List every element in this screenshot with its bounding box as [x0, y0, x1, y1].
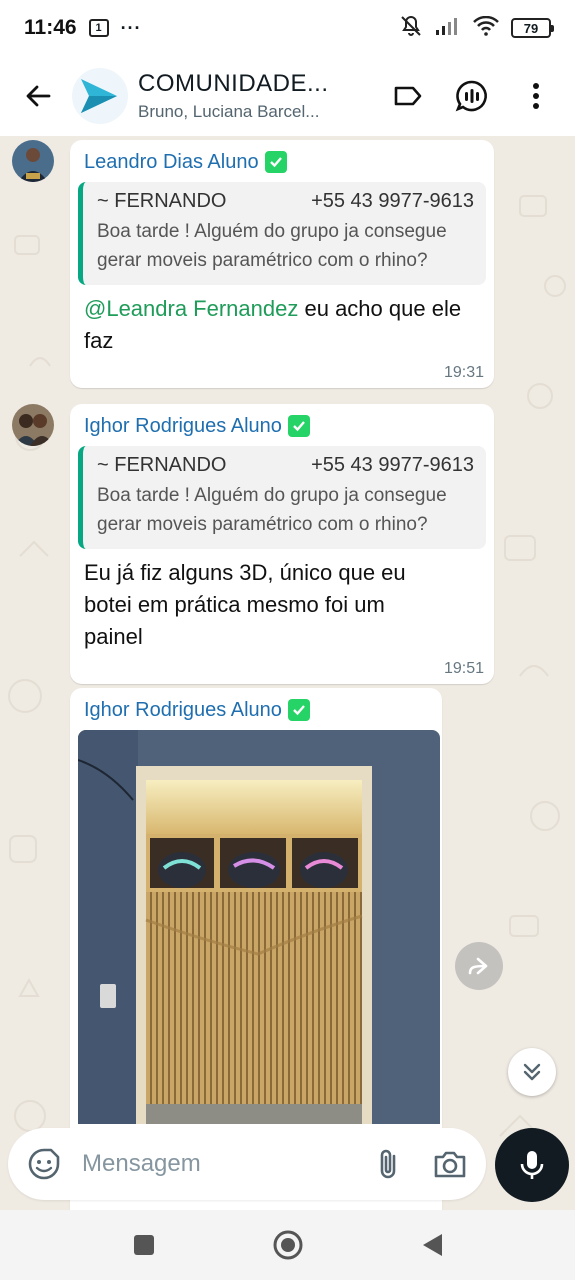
nav-back-icon — [422, 1234, 442, 1256]
nav-circle-icon — [273, 1230, 302, 1260]
quoted-message[interactable]: ~ FERNANDO +55 43 9977-9613 Boa tarde ! … — [78, 182, 486, 285]
nav-square-icon — [133, 1235, 154, 1255]
group-logo-icon — [81, 79, 117, 113]
sender-name-text: Leandro Dias Aluno — [84, 150, 259, 173]
sender-name[interactable]: Leandro Dias Aluno — [78, 148, 486, 176]
signal-icon — [435, 16, 461, 41]
community-icon — [455, 80, 487, 112]
attach-button[interactable] — [368, 1144, 408, 1184]
avatar[interactable] — [12, 140, 54, 182]
sender-name[interactable]: Ighor Rodrigues Aluno — [78, 696, 434, 724]
verified-icon — [264, 151, 287, 173]
status-bar: 11:46 1 ··· 79 — [0, 0, 575, 56]
group-title-block[interactable]: COMUNIDADE... Bruno, Luciana Barcel... — [138, 70, 358, 122]
community-button[interactable] — [447, 71, 497, 121]
group-name: COMUNIDADE... — [138, 70, 329, 97]
status-more-dots: ··· — [120, 17, 142, 38]
nav-back-button[interactable] — [410, 1223, 454, 1267]
forward-button[interactable] — [455, 942, 503, 990]
sim-icon: 1 — [88, 19, 109, 37]
message-time: 19:51 — [443, 660, 484, 677]
quote-author: ~ FERNANDO — [97, 454, 227, 476]
verified-icon — [287, 415, 310, 437]
mention-link[interactable]: @Leandra Fernandez — [84, 296, 298, 321]
sticker-button[interactable] — [24, 1144, 64, 1184]
message-bubble[interactable]: Ighor Rodrigues Aluno ~ FERNANDO +55 43 … — [70, 404, 494, 684]
quote-phone: +55 43 9977-9613 — [311, 454, 474, 476]
avatar-image — [12, 140, 54, 182]
message-time: 19:31 — [443, 364, 484, 381]
message-composer — [8, 1128, 486, 1200]
more-options-button[interactable] — [511, 71, 561, 121]
message-input[interactable] — [82, 1150, 332, 1178]
message-text: Eu já fiz alguns 3D, único que eu botei … — [84, 560, 406, 649]
status-time: 11:46 — [24, 16, 77, 39]
message-bubble[interactable]: Leandro Dias Aluno ~ FERNANDO +55 43 997… — [70, 140, 494, 388]
home-button[interactable] — [266, 1223, 310, 1267]
label-button[interactable] — [383, 71, 433, 121]
message-text: @Leandra Fernandez eu acho que ele faz — [78, 285, 486, 357]
chat-header: COMUNIDADE... Bruno, Luciana Barcel... — [0, 56, 575, 136]
quoted-message[interactable]: ~ FERNANDO +55 43 9977-9613 Boa tarde ! … — [78, 446, 486, 549]
system-nav-bar — [0, 1210, 575, 1280]
label-icon — [394, 86, 422, 106]
back-button[interactable] — [8, 66, 68, 126]
forward-icon — [468, 957, 488, 975]
sticker-icon — [28, 1148, 60, 1180]
sender-name-text: Ighor Rodrigues Aluno — [84, 414, 282, 437]
camera-button[interactable] — [430, 1144, 470, 1184]
quote-phone: +55 43 9977-9613 — [311, 190, 474, 212]
mute-icon — [399, 14, 423, 43]
chat-area[interactable]: Leandro Dias Aluno ~ FERNANDO +55 43 997… — [0, 136, 575, 1210]
double-chevron-down-icon — [523, 1063, 541, 1081]
verified-icon — [287, 699, 310, 721]
quote-text: Boa tarde ! Alguém do grupo ja consegue … — [97, 485, 447, 535]
group-avatar[interactable] — [72, 68, 128, 124]
sender-name[interactable]: Ighor Rodrigues Aluno — [78, 412, 486, 440]
recents-button[interactable] — [122, 1223, 166, 1267]
battery-indicator: 79 — [511, 18, 554, 38]
photo-content — [78, 730, 440, 1124]
scroll-to-bottom-button[interactable] — [508, 1048, 556, 1096]
quote-text: Boa tarde ! Alguém do grupo ja consegue … — [97, 221, 447, 271]
group-members: Bruno, Luciana Barcel... — [138, 102, 320, 121]
more-vert-icon — [533, 83, 539, 109]
back-arrow-icon — [26, 85, 51, 107]
shared-photo[interactable] — [78, 730, 440, 1124]
mic-icon — [520, 1151, 544, 1179]
avatar[interactable] — [12, 404, 54, 446]
quote-author: ~ FERNANDO — [97, 190, 227, 212]
avatar-image — [12, 404, 54, 446]
wifi-icon — [473, 15, 499, 41]
sender-name-text: Ighor Rodrigues Aluno — [84, 698, 282, 721]
voice-record-button[interactable] — [495, 1128, 569, 1202]
camera-icon — [434, 1151, 466, 1178]
attach-icon — [380, 1149, 396, 1179]
